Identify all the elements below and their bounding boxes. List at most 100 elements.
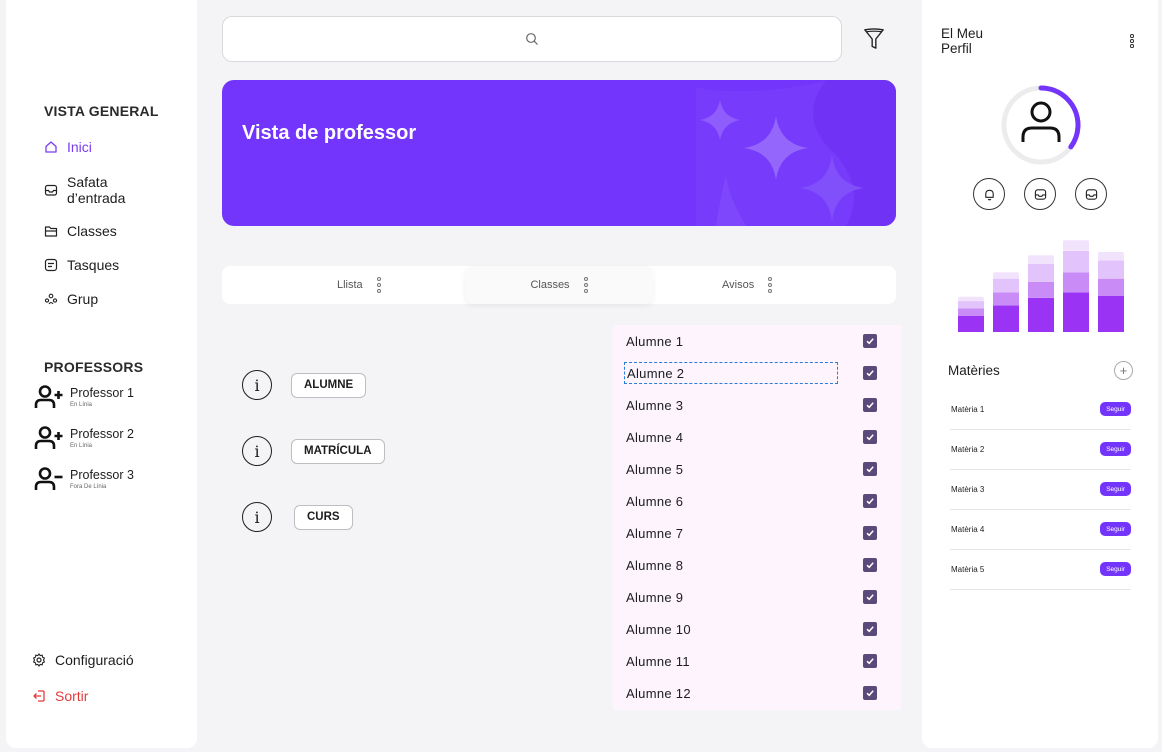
check-icon <box>866 498 874 505</box>
bar-segment <box>1028 281 1054 298</box>
student-checkbox[interactable] <box>863 558 877 572</box>
professor-item-1[interactable]: Professor 1 En Línia <box>34 384 134 410</box>
student-checkbox[interactable] <box>863 526 877 540</box>
follow-button[interactable]: Seguir <box>1100 522 1131 536</box>
student-checkbox[interactable] <box>863 590 877 604</box>
avatar[interactable] <box>1000 84 1082 166</box>
bar-segment <box>993 272 1019 279</box>
bar-segment <box>1098 295 1124 332</box>
field-tag-curs[interactable]: CURS <box>294 504 353 530</box>
bar-segment <box>1098 252 1124 261</box>
folder-icon <box>44 226 58 237</box>
professor-status: En Línia <box>70 443 93 449</box>
professor-item-2[interactable]: Professor 2 En Línia <box>34 425 134 451</box>
student-row[interactable]: Alumne 11 <box>613 645 901 677</box>
more-vertical-icon[interactable] <box>1130 34 1134 49</box>
student-checkbox[interactable] <box>863 622 877 636</box>
check-icon <box>866 626 874 633</box>
subject-name: Matèria 2 <box>951 445 985 454</box>
check-icon <box>866 594 874 601</box>
tab-llista[interactable]: Llista <box>337 266 381 304</box>
logout-link[interactable]: Sortir <box>32 688 88 704</box>
professor-name: Professor 1 <box>70 386 134 400</box>
student-row[interactable]: Alumne 3 <box>613 389 901 421</box>
professor-name: Professor 3 <box>70 468 134 482</box>
inbox-icon <box>44 184 58 196</box>
group-icon <box>44 293 58 305</box>
tab-classes[interactable]: Classes <box>465 266 653 304</box>
student-checkbox[interactable] <box>863 398 877 412</box>
bar-segment <box>1028 297 1054 332</box>
more-vertical-icon[interactable] <box>583 277 588 293</box>
tab-label: Llista <box>337 279 363 291</box>
professor-text: Professor 2 En Línia <box>70 427 134 449</box>
profile-title: El Meu Perfil <box>941 26 984 56</box>
more-vertical-icon[interactable] <box>376 277 381 293</box>
search-input[interactable] <box>222 16 842 62</box>
student-name: Alumne 8 <box>626 557 684 573</box>
follow-button[interactable]: Seguir <box>1100 402 1131 416</box>
bar-segment <box>958 301 984 309</box>
add-subject-button[interactable]: + <box>1114 361 1133 380</box>
student-row[interactable]: Alumne 1 <box>613 325 901 357</box>
professor-status: En Línia <box>70 402 93 408</box>
student-checkbox[interactable] <box>863 654 877 668</box>
professor-name: Professor 2 <box>70 427 134 441</box>
subjects-title: Matèries <box>948 363 1000 378</box>
student-row[interactable]: Alumne 8 <box>613 549 901 581</box>
user-minus-icon <box>34 467 63 490</box>
student-name: Alumne 5 <box>626 461 684 477</box>
bar-segment <box>1063 240 1089 251</box>
check-icon <box>866 370 874 377</box>
nav-item-tasques[interactable]: Tasques <box>44 257 119 273</box>
student-row[interactable]: Alumne 7 <box>613 517 901 549</box>
student-row[interactable]: Alumne 6 <box>613 485 901 517</box>
info-icon[interactable]: i <box>242 436 272 466</box>
student-row[interactable]: Alumne 12 <box>613 677 901 709</box>
info-icon[interactable]: i <box>242 370 272 400</box>
student-list: Alumne 1 Alumne 2 Alumne 3 Alumne 4 Alumne 5… <box>613 325 901 710</box>
avatar-progress-ring <box>1001 85 1081 165</box>
bell-icon <box>984 189 994 200</box>
subject-row: Matèria 2 Seguir <box>950 430 1131 470</box>
student-row[interactable]: Alumne 10 <box>613 613 901 645</box>
subject-name: Matèria 1 <box>951 405 985 414</box>
student-checkbox[interactable] <box>863 462 877 476</box>
field-tag-matricula[interactable]: MATRÍCULA <box>291 438 385 464</box>
filter-button[interactable] <box>860 24 888 54</box>
notifications-button[interactable] <box>973 178 1005 210</box>
nav-item-safata[interactable]: Safata d’entrada <box>44 174 137 206</box>
nav-item-grup[interactable]: Grup <box>44 291 98 307</box>
logout-icon <box>33 690 45 702</box>
professor-text: Professor 1 En Línia <box>70 386 134 408</box>
student-checkbox[interactable] <box>863 494 877 508</box>
info-icon[interactable]: i <box>242 502 272 532</box>
follow-button[interactable]: Seguir <box>1100 562 1131 576</box>
student-checkbox[interactable] <box>863 686 877 700</box>
filter-icon <box>864 28 884 49</box>
professor-item-3[interactable]: Professor 3 Fora De Línia <box>34 466 134 492</box>
subject-name: Matèria 3 <box>951 485 985 494</box>
field-tag-alumne[interactable]: ALUMNE <box>291 372 367 398</box>
settings-link[interactable]: Configuració <box>32 652 134 668</box>
follow-button[interactable]: Seguir <box>1100 442 1131 456</box>
student-row[interactable]: Alumne 9 <box>613 581 901 613</box>
student-checkbox[interactable] <box>863 334 877 348</box>
follow-button[interactable]: Seguir <box>1100 482 1131 496</box>
student-row[interactable]: Alumne 5 <box>613 453 901 485</box>
inbox-button-2[interactable] <box>1075 178 1107 210</box>
student-checkbox[interactable] <box>863 430 877 444</box>
student-row[interactable]: Alumne 2 <box>613 357 901 389</box>
nav-item-inici[interactable]: Inici <box>44 139 92 155</box>
logout-label: Sortir <box>55 688 89 704</box>
bar-segment <box>993 305 1019 332</box>
tab-avisos[interactable]: Avisos <box>722 266 773 304</box>
more-vertical-icon[interactable] <box>768 277 773 293</box>
student-checkbox[interactable] <box>863 366 877 380</box>
nav-item-label: Safata d’entrada <box>67 174 126 206</box>
inbox-button[interactable] <box>1024 178 1056 210</box>
nav-item-classes[interactable]: Classes <box>44 223 117 239</box>
bar-segment <box>958 296 984 302</box>
student-row[interactable]: Alumne 4 <box>613 421 901 453</box>
student-name: Alumne 2 <box>624 362 838 384</box>
